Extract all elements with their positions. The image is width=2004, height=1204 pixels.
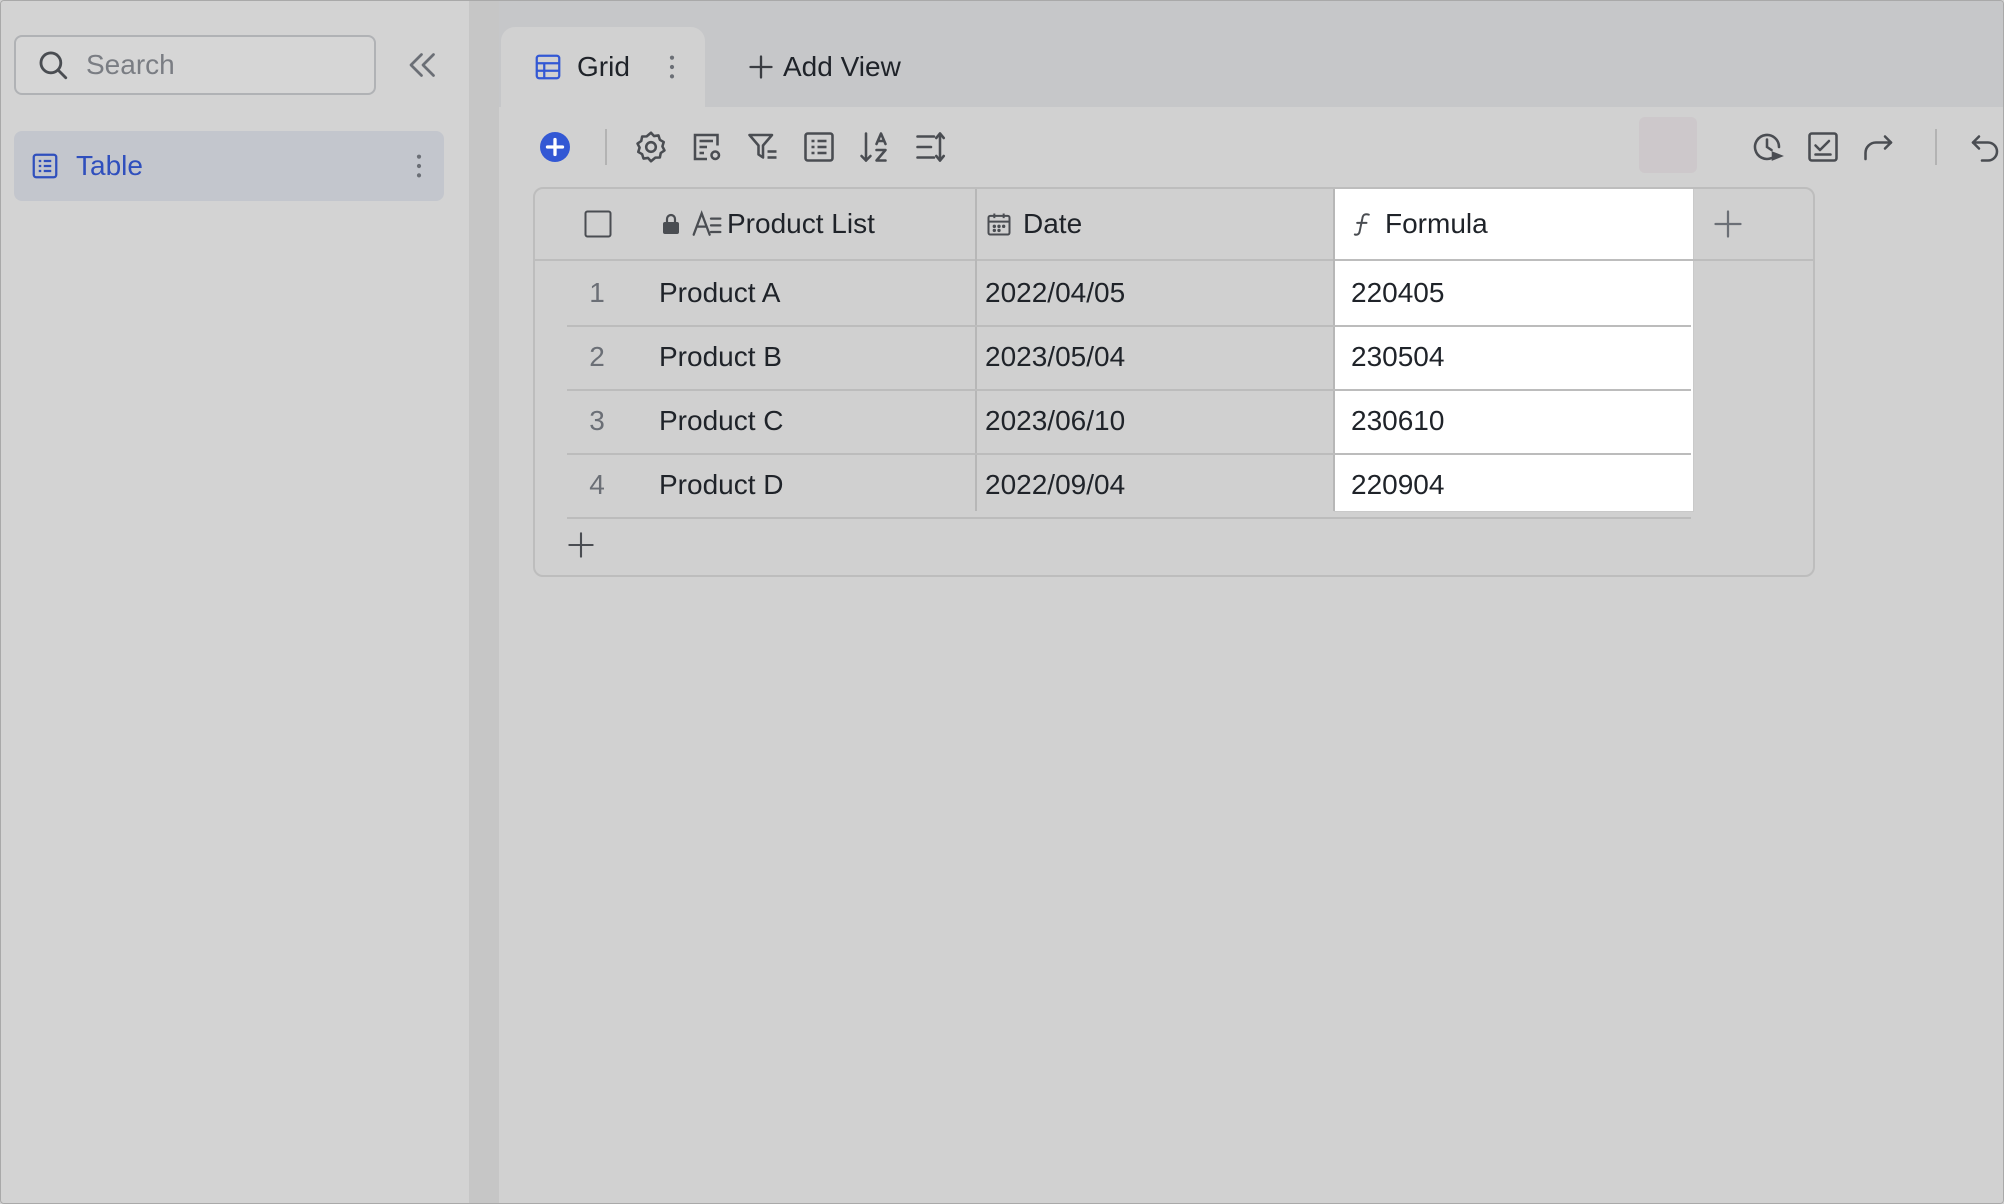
column-header-formula[interactable]: Formula bbox=[1349, 189, 1488, 259]
cell-formula[interactable]: 230504 bbox=[1351, 325, 1444, 389]
app-window: Table Grid bbox=[0, 0, 2004, 1204]
main-content: Grid Add View Product List Date Formula … bbox=[499, 1, 2003, 1203]
data-grid: Product List Date Formula 1 Product A 20… bbox=[533, 187, 1815, 577]
cell-product[interactable]: Product B bbox=[659, 325, 782, 389]
table-row[interactable]: 1 Product A 2022/04/05 220405 bbox=[567, 261, 1691, 327]
column-label: Product List bbox=[727, 208, 875, 239]
column-header-date[interactable]: Date bbox=[985, 189, 1082, 259]
search-input[interactable] bbox=[84, 48, 358, 82]
column-label: Formula bbox=[1385, 208, 1488, 239]
table-icon bbox=[32, 153, 58, 179]
column-header-product-list[interactable]: Product List bbox=[659, 189, 875, 259]
calendar-icon bbox=[987, 213, 1011, 236]
search-icon bbox=[39, 51, 68, 80]
field-settings-icon[interactable] bbox=[689, 129, 725, 165]
add-row-icon[interactable] bbox=[567, 531, 595, 559]
grid-icon bbox=[535, 54, 561, 80]
cell-date[interactable]: 2023/05/04 bbox=[985, 325, 1125, 389]
sidebar-item-table[interactable]: Table bbox=[14, 131, 444, 201]
tab-more-icon[interactable] bbox=[667, 53, 677, 81]
cell-date[interactable]: 2022/04/05 bbox=[985, 261, 1125, 325]
row-height-icon[interactable] bbox=[913, 129, 949, 165]
avatar[interactable] bbox=[1639, 117, 1697, 173]
tab-grid-label: Grid bbox=[577, 51, 630, 82]
more-options-icon[interactable] bbox=[414, 152, 424, 180]
share-icon[interactable] bbox=[1861, 129, 1897, 165]
sidebar: Table bbox=[1, 1, 469, 1203]
grid-header: Product List Date Formula bbox=[535, 189, 1813, 261]
cell-product[interactable]: Product A bbox=[659, 261, 780, 325]
tab-grid[interactable]: Grid bbox=[501, 27, 705, 107]
text-field-icon bbox=[692, 210, 722, 236]
row-number: 4 bbox=[589, 469, 605, 500]
sidebar-divider[interactable] bbox=[469, 1, 499, 1203]
column-label: Date bbox=[1023, 208, 1083, 239]
sort-icon[interactable] bbox=[857, 129, 893, 165]
table-row[interactable]: 2 Product B 2023/05/04 230504 bbox=[567, 325, 1691, 391]
add-record-icon[interactable] bbox=[537, 129, 573, 165]
add-view-button[interactable]: Add View bbox=[747, 47, 901, 87]
cell-product[interactable]: Product C bbox=[659, 389, 784, 453]
table-row[interactable]: 3 Product C 2023/06/10 230610 bbox=[567, 389, 1691, 455]
select-all-checkbox[interactable] bbox=[583, 209, 613, 239]
row-number: 2 bbox=[589, 341, 605, 372]
cell-product[interactable]: Product D bbox=[659, 453, 784, 517]
search-box[interactable] bbox=[14, 35, 376, 95]
lock-icon bbox=[663, 213, 679, 234]
undo-icon[interactable] bbox=[1967, 129, 2003, 165]
task-icon[interactable] bbox=[1805, 129, 1841, 165]
formula-icon bbox=[1353, 213, 1370, 236]
toolbar bbox=[499, 107, 2003, 187]
settings-icon[interactable] bbox=[633, 129, 669, 165]
toolbar-divider bbox=[605, 129, 607, 165]
toolbar-divider bbox=[1935, 129, 1937, 165]
view-tab-bar: Grid Add View bbox=[499, 1, 2003, 107]
history-icon[interactable] bbox=[1749, 129, 1785, 165]
sidebar-item-label: Table bbox=[76, 150, 143, 181]
cell-formula[interactable]: 220904 bbox=[1351, 453, 1444, 517]
row-number: 3 bbox=[589, 405, 605, 436]
collapse-sidebar-icon[interactable] bbox=[405, 47, 441, 83]
filter-icon[interactable] bbox=[745, 129, 781, 165]
cell-formula[interactable]: 220405 bbox=[1351, 261, 1444, 325]
row-number: 1 bbox=[589, 277, 605, 308]
group-icon[interactable] bbox=[801, 129, 837, 165]
table-row[interactable]: 4 Product D 2022/09/04 220904 bbox=[567, 453, 1691, 519]
add-view-label: Add View bbox=[783, 51, 901, 82]
cell-formula[interactable]: 230610 bbox=[1351, 389, 1444, 453]
add-column-icon[interactable] bbox=[1713, 209, 1743, 239]
cell-date[interactable]: 2023/06/10 bbox=[985, 389, 1125, 453]
cell-date[interactable]: 2022/09/04 bbox=[985, 453, 1125, 517]
plus-icon bbox=[749, 55, 773, 79]
